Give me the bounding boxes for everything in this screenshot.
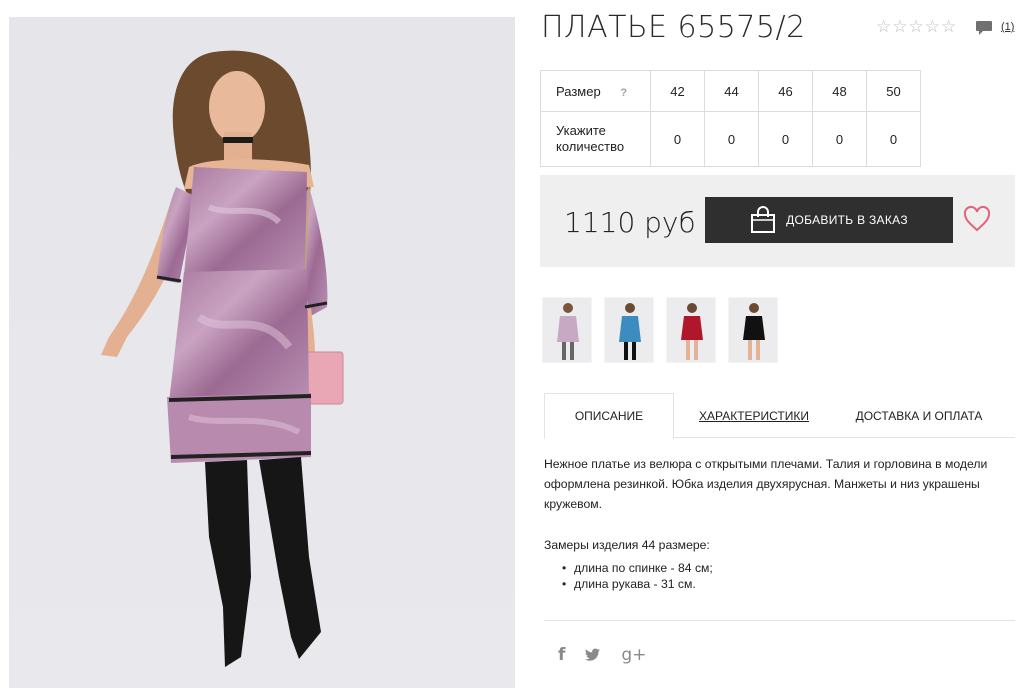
star-icon[interactable]: ☆ bbox=[876, 18, 891, 35]
comment-icon[interactable] bbox=[975, 20, 993, 36]
quantity-label-line2: количество bbox=[556, 139, 625, 154]
add-to-order-button[interactable]: ДОБАВИТЬ В ЗАКАЗ bbox=[705, 197, 953, 243]
quantity-input[interactable]: 0 bbox=[650, 111, 705, 167]
size-label-cell: Размер ? bbox=[540, 70, 651, 112]
color-thumbnails bbox=[542, 297, 778, 363]
size-help-icon[interactable]: ? bbox=[620, 87, 627, 99]
size-cell[interactable]: 46 bbox=[758, 70, 813, 112]
quantity-label-line1: Укажите bbox=[556, 123, 606, 138]
price: 1110 руб bbox=[564, 206, 696, 239]
rating-stars[interactable]: ☆ ☆ ☆ ☆ ☆ bbox=[876, 18, 956, 35]
measures-title: Замеры изделия 44 размере: bbox=[544, 538, 710, 552]
size-table: Размер ? 42 44 46 48 50 Укажите количест… bbox=[540, 70, 921, 167]
quantity-input[interactable]: 0 bbox=[758, 111, 813, 167]
size-cell[interactable]: 48 bbox=[812, 70, 867, 112]
thumbnail-black[interactable] bbox=[728, 297, 778, 363]
size-label: Размер bbox=[556, 83, 601, 99]
size-cell[interactable]: 50 bbox=[866, 70, 921, 112]
product-tabs: ОПИСАНИЕ ХАРАКТЕРИСТИКИ ДОСТАВКА И ОПЛАТ… bbox=[544, 393, 1015, 439]
tab-description-label: ОПИСАНИЕ bbox=[574, 409, 644, 423]
measures-list: длина по спинке - 84 см; длина рукава - … bbox=[562, 560, 713, 592]
thumbnail-pink[interactable] bbox=[542, 297, 592, 363]
shopping-bag-icon bbox=[751, 206, 776, 233]
add-to-order-label: ДОБАВИТЬ В ЗАКАЗ bbox=[786, 213, 908, 227]
tab-delivery[interactable]: ДОСТАВКА И ОПЛАТА bbox=[844, 393, 994, 438]
divider bbox=[544, 620, 1015, 621]
purchase-panel: 1110 руб ДОБАВИТЬ В ЗАКАЗ bbox=[540, 175, 1015, 267]
quantity-input[interactable]: 0 bbox=[866, 111, 921, 167]
twitter-icon[interactable] bbox=[585, 648, 601, 662]
heart-icon[interactable] bbox=[963, 206, 991, 232]
social-share: f g+ bbox=[558, 645, 646, 665]
thumbnail-blue[interactable] bbox=[604, 297, 654, 363]
product-main-image[interactable] bbox=[9, 17, 515, 688]
quantity-input[interactable]: 0 bbox=[704, 111, 759, 167]
review-count-link[interactable]: (1) bbox=[1001, 21, 1014, 33]
size-row: Размер ? 42 44 46 48 50 bbox=[540, 70, 921, 112]
thumbnail-red[interactable] bbox=[666, 297, 716, 363]
star-icon[interactable]: ☆ bbox=[941, 18, 956, 35]
quantity-input[interactable]: 0 bbox=[812, 111, 867, 167]
star-icon[interactable]: ☆ bbox=[925, 18, 940, 35]
list-item: длина по спинке - 84 см; bbox=[562, 560, 713, 576]
tab-description[interactable]: ОПИСАНИЕ bbox=[544, 393, 674, 439]
google-plus-icon[interactable]: g+ bbox=[621, 645, 646, 665]
list-item: длина рукава - 31 см. bbox=[562, 576, 713, 592]
tab-specs[interactable]: ХАРАКТЕРИСТИКИ bbox=[684, 393, 824, 438]
quantity-label-cell: Укажите количество bbox=[540, 111, 651, 167]
facebook-icon[interactable]: f bbox=[558, 645, 565, 665]
product-title: ПЛАТЬЕ 65575/2 bbox=[541, 10, 806, 45]
tab-delivery-label: ДОСТАВКА И ОПЛАТА bbox=[855, 408, 983, 423]
star-icon[interactable]: ☆ bbox=[909, 18, 924, 35]
size-cell[interactable]: 42 bbox=[650, 70, 705, 112]
description-text: Нежное платье из велюра с открытыми плеч… bbox=[544, 457, 988, 511]
tab-specs-label: ХАРАКТЕРИСТИКИ bbox=[698, 408, 809, 423]
quantity-row: Укажите количество 0 0 0 0 0 bbox=[540, 111, 921, 167]
star-icon[interactable]: ☆ bbox=[892, 18, 907, 35]
size-cell[interactable]: 44 bbox=[704, 70, 759, 112]
